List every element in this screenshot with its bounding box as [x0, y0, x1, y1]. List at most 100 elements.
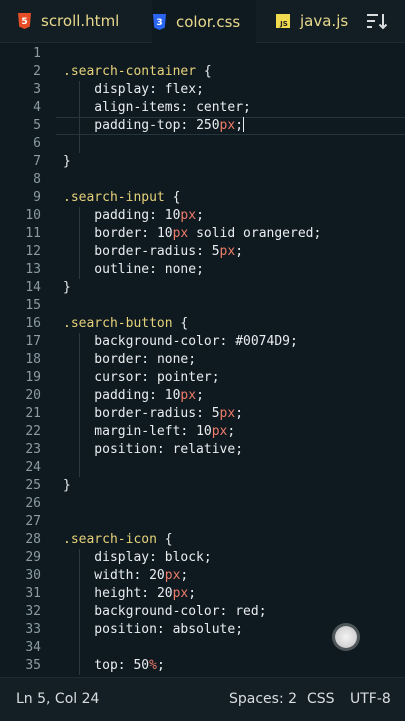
- code-line[interactable]: 16 .search-button {: [0, 315, 405, 333]
- code-token: border-radius: [63, 406, 197, 421]
- code-token: position: [63, 442, 157, 457]
- code-token: :: [149, 388, 165, 403]
- code-token: :: [117, 658, 134, 673]
- code-token: block: [164, 550, 204, 565]
- code-line[interactable]: 7}: [0, 153, 405, 171]
- code-token: ;: [203, 550, 212, 565]
- tab-label: color.css: [176, 12, 241, 31]
- code-line[interactable]: 5 padding-top: 250px;: [0, 117, 405, 135]
- code-token: pointer: [156, 370, 212, 385]
- cursor-position[interactable]: Ln 5, Col 24: [16, 691, 99, 707]
- code-editor[interactable]: 1 2 .search-container {3 display: flex; 4 a…: [0, 43, 405, 677]
- code-line[interactable]: 12 border-radius: 5px;: [0, 243, 405, 261]
- code-token: border: [63, 352, 142, 367]
- line-code: border: 10px solid orangered;: [63, 225, 321, 243]
- line-number: 9: [33, 190, 41, 205]
- code-token: ;: [235, 406, 244, 421]
- code-token: padding: [63, 388, 150, 403]
- line-number: 4: [33, 100, 41, 115]
- code-line[interactable]: 35 top: 50%;: [0, 657, 405, 675]
- tab-color-css[interactable]: 3 color.css: [152, 0, 257, 43]
- code-line[interactable]: 18 border: none;: [0, 351, 405, 369]
- code-token: border-radius: [63, 244, 197, 259]
- code-line[interactable]: 19 cursor: pointer;: [0, 369, 405, 387]
- code-token: :: [149, 550, 165, 565]
- code-token: .search-input: [63, 190, 165, 205]
- code-token: ;: [196, 388, 204, 403]
- css3-icon: 3: [152, 13, 166, 30]
- code-line[interactable]: 13 outline: none;: [0, 261, 405, 279]
- code-line[interactable]: 9 .search-input {: [0, 189, 405, 207]
- line-code: cursor: pointer;: [63, 369, 219, 387]
- line-number: 3: [33, 82, 41, 97]
- code-line[interactable]: 28 .search-icon {: [0, 531, 405, 549]
- code-line[interactable]: 8: [0, 171, 405, 189]
- code-token: ;: [196, 208, 204, 223]
- code-line[interactable]: 29 display: block;: [0, 549, 405, 567]
- code-line[interactable]: 17 background-color: #0074D9;: [0, 333, 405, 351]
- code-token: :: [196, 244, 212, 259]
- code-line[interactable]: 32 background-color: red;: [0, 603, 405, 621]
- code-token: :: [196, 406, 212, 421]
- code-token: height: [63, 586, 142, 601]
- code-token: background-color: [63, 604, 220, 619]
- code-line[interactable]: 10 padding: 10px;: [0, 207, 405, 225]
- code-token: .search-button: [63, 316, 173, 331]
- code-line[interactable]: 2 .search-container {: [0, 63, 405, 81]
- line-code: display: flex;: [63, 81, 204, 99]
- code-line[interactable]: 20 padding: 10px;: [0, 387, 405, 405]
- code-token: ;: [196, 262, 204, 277]
- sort-icon[interactable]: [366, 12, 388, 30]
- code-token: .search-container: [63, 64, 197, 79]
- code-line[interactable]: 15: [0, 297, 405, 315]
- code-line[interactable]: 24: [0, 459, 405, 477]
- code-line[interactable]: 30 width: 20px;: [0, 567, 405, 585]
- code-line[interactable]: 21 border-radius: 5px;: [0, 405, 405, 423]
- code-token: 20: [156, 586, 173, 601]
- code-token: px: [211, 424, 228, 439]
- code-line[interactable]: 6: [0, 135, 405, 153]
- code-token: px: [180, 388, 197, 403]
- code-token: absolute: [172, 622, 236, 637]
- code-line[interactable]: 14}: [0, 279, 405, 297]
- code-line[interactable]: 25}: [0, 477, 405, 495]
- tab-scroll-html[interactable]: 5 scroll.html: [17, 0, 119, 42]
- tab-label: java.js: [300, 12, 349, 30]
- code-token: 20: [149, 568, 165, 583]
- tab-java-js[interactable]: JS java.js: [276, 0, 348, 42]
- code-token: 5: [211, 406, 220, 421]
- code-line[interactable]: 23 position: relative;: [0, 441, 405, 459]
- line-code: outline: none;: [63, 261, 204, 279]
- file-encoding[interactable]: UTF-8: [350, 691, 391, 707]
- language-mode[interactable]: CSS: [307, 691, 335, 707]
- code-token: ;: [196, 82, 204, 97]
- line-code: position: absolute;: [63, 621, 243, 639]
- code-token: :: [141, 226, 157, 241]
- code-line[interactable]: 22 margin-left: 10px;: [0, 423, 405, 441]
- line-number: 2: [33, 64, 41, 79]
- line-number: 29: [25, 550, 41, 565]
- code-line[interactable]: 26: [0, 495, 405, 513]
- line-code: height: 20px;: [63, 585, 196, 603]
- code-line[interactable]: 27: [0, 513, 405, 531]
- line-number: 20: [25, 388, 41, 403]
- code-line[interactable]: 3 display: flex;: [0, 81, 405, 99]
- code-token: px: [219, 406, 236, 421]
- line-number: 27: [25, 514, 41, 529]
- line-number: 31: [25, 586, 41, 601]
- line-number: 17: [25, 334, 41, 349]
- js-icon: JS: [276, 13, 290, 29]
- indentation-setting[interactable]: Spaces: 2: [229, 691, 297, 707]
- code-line[interactable]: 31 height: 20px;: [0, 585, 405, 603]
- code-token: ;: [235, 442, 244, 457]
- code-token: {: [172, 316, 189, 331]
- code-line[interactable]: 11 border: 10px solid orangered;: [0, 225, 405, 243]
- code-token: px: [164, 568, 181, 583]
- line-code: display: block;: [63, 549, 212, 567]
- code-token: 10: [196, 424, 212, 439]
- code-line[interactable]: 4 align-items: center;: [0, 99, 405, 117]
- code-token: cursor: [63, 370, 142, 385]
- code-line[interactable]: 1: [0, 45, 405, 63]
- code-token: :: [133, 568, 150, 583]
- line-number: 30: [25, 568, 41, 583]
